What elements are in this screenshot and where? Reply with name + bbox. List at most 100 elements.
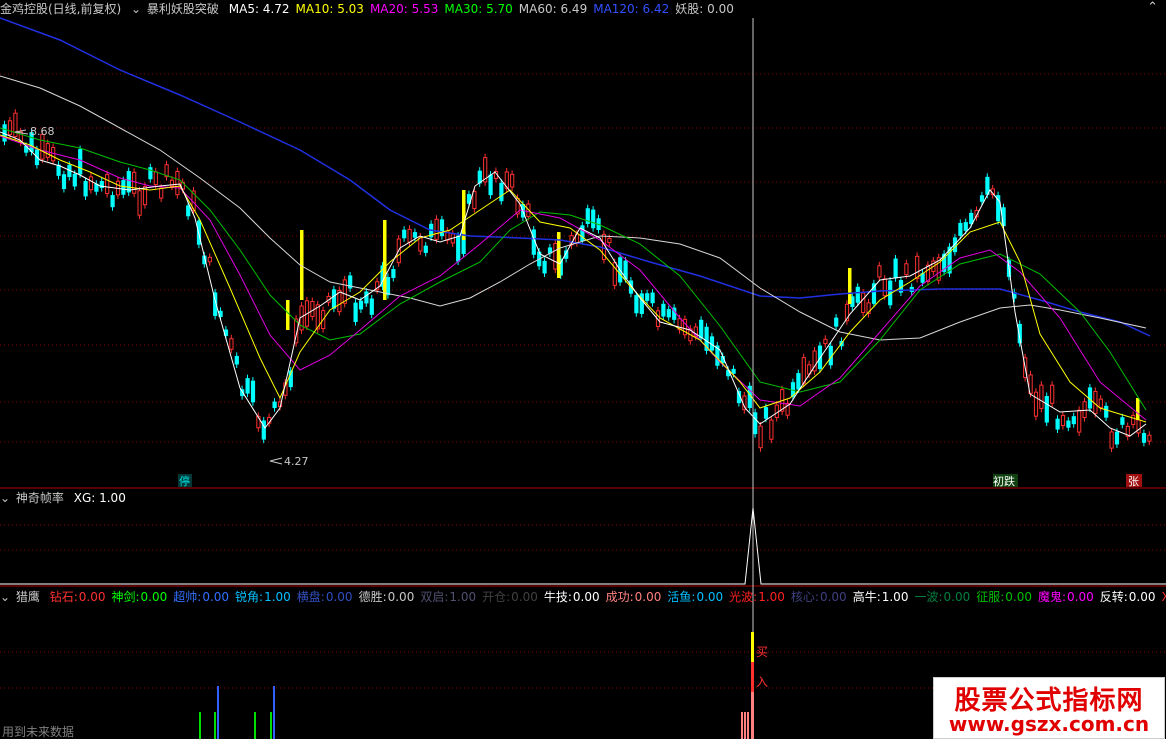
candle-body: [7, 120, 13, 136]
highlight-candle: [848, 268, 852, 304]
indicator-value: 0.00: [696, 590, 724, 604]
candle-body: [763, 407, 769, 419]
candle-body: [51, 147, 56, 162]
candle-body: [758, 425, 763, 449]
candle-body: [1082, 401, 1087, 418]
indicator-value: 0.00: [572, 590, 600, 604]
candle-body: [1055, 418, 1060, 430]
chevron-down-icon[interactable]: ⌄: [0, 590, 10, 604]
candle-body: [510, 173, 515, 188]
candle-body: [477, 170, 482, 184]
candle-body: [364, 291, 369, 304]
stock-title: 金鸡控股(日线,前复权): [0, 2, 122, 16]
candle-body: [250, 380, 256, 403]
indicator-label: 光波:: [729, 590, 758, 604]
candle-body: [110, 195, 115, 208]
candle-body: [310, 301, 315, 317]
indicator-label: 德胜:: [358, 590, 387, 604]
candle-body: [1071, 416, 1076, 425]
formula-name[interactable]: 暴利妖股突破: [147, 2, 219, 16]
candle-body: [105, 174, 110, 195]
candle-body: [731, 368, 736, 374]
indicator-value: 0.00: [634, 590, 662, 604]
panel3-title[interactable]: 猎鹰: [16, 590, 40, 604]
candle-body: [1147, 434, 1152, 442]
candle-body: [207, 256, 212, 263]
indicator-label: 成功:: [605, 590, 634, 604]
signal-bar: [751, 662, 754, 692]
candle-body: [753, 412, 758, 435]
ma-values: MA5: 4.72 MA10: 5.03 MA20: 5.53 MA30: 5.70 M…: [229, 2, 740, 16]
signal-bar: [747, 712, 749, 739]
candle-body: [958, 222, 963, 236]
ma-value: MA30: 5.70: [444, 2, 513, 16]
candle-body: [650, 292, 655, 304]
candle-body: [331, 289, 337, 309]
candle-body: [385, 276, 391, 296]
chevron-down-icon[interactable]: ⌄: [131, 2, 141, 16]
candle-body: [402, 229, 407, 239]
signal-bar: [199, 712, 201, 739]
indicator-label: 魔鬼:: [1037, 590, 1067, 604]
indicator-label: 横盘:: [296, 590, 325, 604]
indicator-label: 征服:: [976, 590, 1005, 604]
candle-body: [1104, 405, 1109, 418]
candle-body: [358, 300, 364, 310]
highlight-candle: [557, 232, 561, 278]
candle-body: [412, 232, 418, 238]
watermark-line2: www.gszx.com.cn: [948, 712, 1150, 736]
indicator-value: 1.00: [758, 590, 785, 604]
chevron-down-icon[interactable]: ⌄: [0, 491, 10, 505]
candle-body: [904, 263, 909, 276]
candle-body: [1060, 414, 1066, 427]
chudie-marker: 初跌: [993, 474, 1015, 488]
ting-marker: 停: [179, 474, 190, 488]
candle-body: [915, 255, 920, 280]
indicator-value: 0.00: [943, 590, 971, 604]
low-price-label: 4.27: [284, 455, 309, 468]
candle-body: [94, 183, 99, 192]
signal-bar: [273, 686, 275, 739]
indicator-value: 0.00: [819, 590, 847, 604]
indicator-label: 开仓:: [482, 590, 511, 604]
candle-body: [229, 338, 234, 350]
panel2-header: ⌄ 神奇帧率 XG: 1.00: [0, 490, 132, 506]
indicator-value: 0.00: [511, 590, 538, 604]
candle-body: [1131, 414, 1136, 425]
candle-body: [796, 373, 801, 390]
candle-body: [353, 302, 358, 323]
future-data-note: 用到未来数据: [2, 724, 74, 739]
candle-body: [893, 258, 898, 279]
candle-body: [40, 133, 45, 160]
candle-body: [121, 180, 126, 195]
candle-body: [61, 174, 67, 190]
collapse-icon[interactable]: ⌃: [1147, 0, 1158, 15]
indicator-value: 0.00: [202, 590, 230, 604]
candle-body: [634, 295, 639, 314]
candle-body: [234, 355, 239, 365]
candle-body: [542, 260, 547, 274]
panel2-title[interactable]: 神奇帧率: [16, 491, 64, 505]
indicator-value: 0.00: [1067, 590, 1094, 604]
candle-body: [472, 191, 477, 210]
ma-value: MA120: 6.42: [593, 2, 670, 16]
highlight-candle: [383, 220, 387, 300]
indicator-label: 神剑:: [111, 590, 140, 604]
candle-body: [774, 404, 779, 419]
signal-bar: [270, 712, 272, 739]
ma30-line: [0, 127, 1147, 411]
indicator-label: 高牛:: [852, 590, 881, 604]
signal-bar: [751, 692, 754, 739]
candle-body: [1066, 420, 1071, 428]
candle-body: [882, 278, 887, 297]
indicator-label: 锐角:: [235, 590, 264, 604]
candle-body: [801, 357, 806, 384]
highlight-candle: [286, 300, 290, 330]
candle-body: [342, 279, 347, 304]
candle-body: [769, 419, 774, 440]
candle-body: [591, 209, 596, 229]
candle-body: [969, 212, 974, 224]
ma-value: MA60: 6.49: [518, 2, 588, 16]
ma-value: MA10: 5.03: [295, 2, 364, 16]
ma-value: MA5: 4.72: [228, 2, 290, 16]
